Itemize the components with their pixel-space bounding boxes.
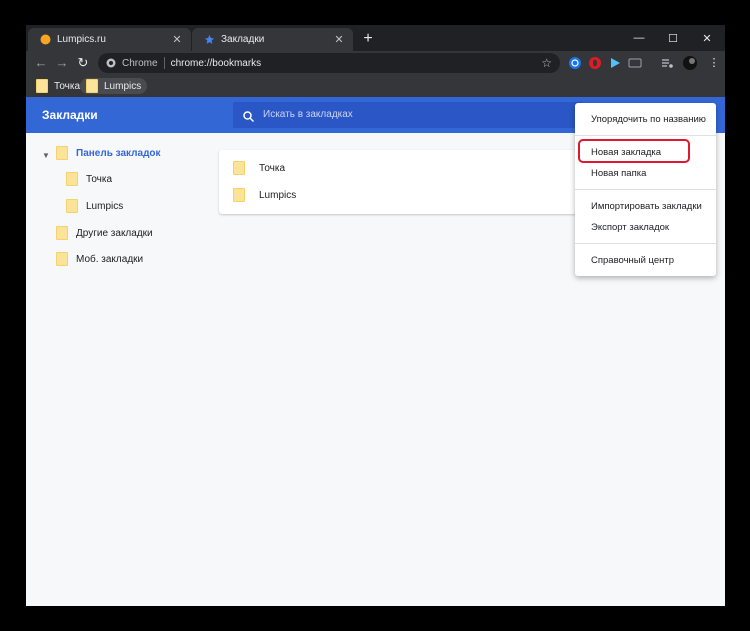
back-arrow-icon[interactable]: ←	[32, 54, 50, 72]
expand-caret-icon[interactable]: ▼	[42, 151, 50, 160]
opera-icon[interactable]	[588, 56, 602, 70]
folder-icon	[233, 188, 245, 202]
sidebar-item-mobile[interactable]: Моб. закладки	[56, 251, 143, 267]
menu-kebab-icon[interactable]: ⋮	[707, 56, 721, 70]
sidebar-item-label: Другие закладки	[76, 227, 153, 239]
sidebar-item-label: Точка	[86, 173, 113, 185]
lumpics-favicon-icon	[40, 34, 51, 45]
folder-icon	[56, 252, 68, 266]
menu-item-new-folder[interactable]: Новая папка	[591, 168, 646, 179]
sidebar-item-label: Lumpics	[86, 200, 124, 212]
tab-bookmarks[interactable]: Закладки ✕	[192, 28, 353, 51]
list-item-label: Lumpics	[259, 189, 297, 201]
site-label: Chrome	[122, 57, 158, 69]
bookmarks-bar: Точка Lumpics	[26, 75, 725, 97]
menu-divider	[575, 135, 716, 136]
avatar[interactable]	[683, 56, 697, 70]
new-tab-button[interactable]: +	[359, 30, 377, 48]
folder-icon	[233, 161, 245, 175]
bookmarks-bar-item[interactable]: Точка	[30, 78, 86, 94]
folder-icon	[66, 172, 78, 186]
bookmark-list: Точка Lumpics	[219, 150, 579, 214]
tab-title: Lumpics.ru	[57, 34, 106, 45]
play-icon[interactable]	[608, 56, 622, 70]
browser-window: Lumpics.ru ✕ Закладки ✕ + — ☐ ✕ ← → ↻ Ch…	[26, 25, 725, 606]
menu-divider	[575, 243, 716, 244]
bookmarks-bar-label: Lumpics	[104, 80, 142, 92]
address-bar[interactable]: Chrome chrome://bookmarks ☆	[98, 53, 560, 73]
sidebar-item-tochka[interactable]: Точка	[66, 171, 112, 187]
bookmarks-bar-item[interactable]: Lumpics	[80, 78, 148, 94]
organize-menu: Упорядочить по названию Новая закладка Н…	[575, 103, 716, 276]
minimize-icon[interactable]: —	[622, 25, 656, 51]
sidebar-item-label: Моб. закладки	[76, 253, 144, 265]
bookmarks-bar-label: Точка	[54, 80, 81, 92]
window-close-icon[interactable]: ✕	[690, 25, 724, 51]
folder-icon	[56, 146, 68, 160]
list-item[interactable]: Точка	[233, 160, 285, 176]
sidebar-item-lumpics[interactable]: Lumpics	[66, 198, 123, 214]
reload-icon[interactable]: ↻	[74, 54, 92, 72]
chrome-site-icon	[106, 58, 116, 68]
url-text[interactable]: chrome://bookmarks	[171, 58, 262, 69]
close-icon[interactable]: ✕	[333, 34, 345, 46]
bookmark-star-icon[interactable]: ☆	[541, 56, 552, 70]
toolbar: ← → ↻ Chrome chrome://bookmarks ☆ ⋮	[26, 51, 725, 75]
sidebar-item-label: Панель закладок	[76, 147, 161, 159]
menu-item-import[interactable]: Импортировать закладки	[591, 201, 702, 212]
media-list-icon[interactable]	[660, 56, 674, 70]
sidebar-item-other[interactable]: Другие закладки	[56, 225, 153, 241]
tab-strip: Lumpics.ru ✕ Закладки ✕ + — ☐ ✕	[26, 25, 725, 51]
search-placeholder: Искать в закладках	[263, 109, 353, 120]
menu-item-help[interactable]: Справочный центр	[591, 255, 674, 266]
highlight-frame	[578, 139, 690, 163]
folder-icon	[36, 79, 48, 93]
forward-arrow-icon[interactable]: →	[53, 54, 71, 72]
search-icon	[243, 109, 255, 127]
list-item-label: Точка	[259, 162, 286, 174]
extension-icon[interactable]	[628, 56, 642, 70]
menu-item-export[interactable]: Экспорт закладок	[591, 222, 669, 233]
page-title: Закладки	[42, 108, 98, 122]
folder-icon	[86, 79, 98, 93]
star-icon	[204, 34, 215, 45]
maximize-icon[interactable]: ☐	[656, 25, 690, 51]
sidebar-item-bookmarks-bar[interactable]: Панель закладок	[56, 145, 161, 161]
list-item[interactable]: Lumpics	[233, 187, 296, 203]
menu-item-sort[interactable]: Упорядочить по названию	[591, 114, 706, 125]
tab-title: Закладки	[221, 34, 265, 45]
folder-icon	[56, 226, 68, 240]
search-input[interactable]: Искать в закладках	[233, 102, 583, 128]
folder-icon	[66, 199, 78, 213]
separator	[163, 57, 165, 69]
tab-lumpics[interactable]: Lumpics.ru ✕	[28, 28, 191, 51]
vpn-globe-icon[interactable]	[568, 56, 582, 70]
close-icon[interactable]: ✕	[171, 34, 183, 46]
menu-divider	[575, 189, 716, 190]
